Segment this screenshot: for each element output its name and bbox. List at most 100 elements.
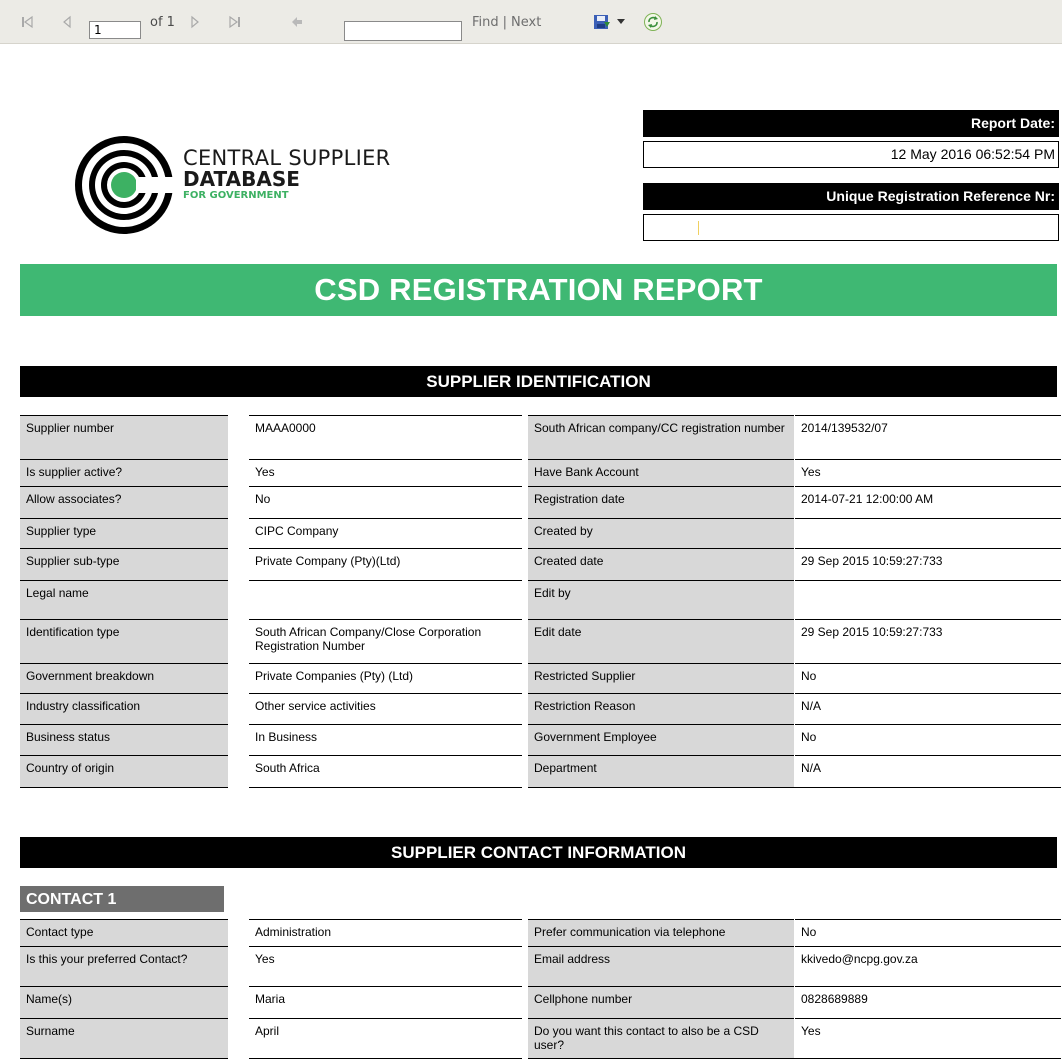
dropdown-arrow-icon[interactable]	[617, 0, 625, 44]
field-value: In Business	[249, 724, 522, 755]
field-value: Private Company (Pty)(Ltd)	[249, 548, 522, 580]
field-value: South Africa	[249, 755, 522, 787]
first-page-icon[interactable]	[20, 0, 34, 44]
field-label: Edit date	[528, 619, 794, 663]
field-value: MAAA0000	[249, 415, 522, 459]
last-page-icon[interactable]	[228, 0, 242, 44]
field-value: Other service activities	[249, 693, 522, 724]
table-row: Contact type Administration Prefer communi…	[20, 919, 1061, 946]
field-value	[795, 580, 1061, 619]
find-text-input[interactable]	[344, 21, 462, 41]
field-value: Administration	[249, 919, 522, 946]
field-label: Surname	[20, 1018, 228, 1058]
field-value: kkivedo@ncpg.gov.za	[795, 946, 1061, 986]
field-label: Edit by	[528, 580, 794, 619]
logo-line-1: CENTRAL SUPPLIER	[183, 146, 391, 170]
field-value: No	[795, 919, 1061, 946]
field-value: CIPC Company	[249, 518, 522, 548]
field-value: 0828689889	[795, 986, 1061, 1018]
field-value: 2014/139532/07	[795, 415, 1061, 459]
field-value	[795, 518, 1061, 548]
field-label: Business status	[20, 724, 228, 755]
field-label: South African company/CC registration nu…	[528, 415, 794, 459]
field-label: Supplier sub-type	[20, 548, 228, 580]
logo-text: CENTRAL SUPPLIER DATABASE FOR GOVERNMENT	[183, 147, 391, 202]
field-value: South African Company/Close Corporation …	[249, 619, 522, 663]
field-value	[249, 580, 522, 619]
field-label: Is this your preferred Contact?	[20, 946, 228, 986]
table-row: Business status In Business Government Emp…	[20, 724, 1061, 755]
report-title-banner: CSD REGISTRATION REPORT	[20, 264, 1057, 316]
field-label: Have Bank Account	[528, 459, 794, 486]
table-row: Name(s) Maria Cellphone number 0828689889	[20, 986, 1061, 1018]
urn-label: Unique Registration Reference Nr:	[643, 183, 1059, 210]
find-link[interactable]: Find	[472, 15, 499, 30]
previous-page-icon[interactable]	[62, 0, 72, 44]
field-label: Restricted Supplier	[528, 663, 794, 693]
table-row: Is this your preferred Contact? Yes Email …	[20, 946, 1061, 986]
report-date-label: Report Date:	[643, 110, 1059, 137]
table-row: Supplier type CIPC Company Created by	[20, 518, 1061, 548]
find-next-separator: |	[502, 14, 508, 30]
field-value: Yes	[249, 946, 522, 986]
report-date-value: 12 May 2016 06:52:54 PM	[643, 141, 1059, 168]
table-row: Government breakdown Private Companies (P…	[20, 663, 1061, 693]
logo-line-2: DATABASE	[183, 167, 300, 191]
field-value: No	[795, 663, 1061, 693]
page-count: of 1	[150, 14, 175, 30]
contact-1-tag: CONTACT 1	[20, 886, 224, 912]
field-value: Yes	[795, 1018, 1061, 1058]
field-value: 29 Sep 2015 10:59:27:733	[795, 548, 1061, 580]
field-value: Maria	[249, 986, 522, 1018]
field-label: Created date	[528, 548, 794, 580]
table-row: Is supplier active? Yes Have Bank Account Y…	[20, 459, 1061, 486]
field-value: Yes	[795, 459, 1061, 486]
back-icon[interactable]	[290, 0, 304, 44]
table-row: Country of origin South Africa Department N…	[20, 755, 1061, 787]
field-label: Country of origin	[20, 755, 228, 787]
field-label: Supplier number	[20, 415, 228, 459]
field-value: 2014-07-21 12:00:00 AM	[795, 486, 1061, 518]
field-label: Cellphone number	[528, 986, 794, 1018]
csd-logo-icon	[72, 133, 178, 242]
field-label: Government breakdown	[20, 663, 228, 693]
field-value: 29 Sep 2015 10:59:27:733	[795, 619, 1061, 663]
section-supplier-contact-information: SUPPLIER CONTACT INFORMATION	[20, 837, 1057, 868]
field-value: Yes	[249, 459, 522, 486]
field-value: April	[249, 1018, 522, 1058]
field-label: Identification type	[20, 619, 228, 663]
table-row: Surname April Do you want this contact to …	[20, 1018, 1061, 1058]
field-label: Department	[528, 755, 794, 787]
refresh-icon[interactable]	[643, 0, 663, 44]
report-toolbar: of 1 Find | Next	[0, 0, 1062, 44]
field-label: Contact type	[20, 919, 228, 946]
field-label: Created by	[528, 518, 794, 548]
field-label: Legal name	[20, 580, 228, 619]
table-row: Supplier number MAAA0000 South African com…	[20, 415, 1061, 459]
field-label: Registration date	[528, 486, 794, 518]
field-label: Restriction Reason	[528, 693, 794, 724]
section-supplier-identification: SUPPLIER IDENTIFICATION	[20, 366, 1057, 397]
page-number-input[interactable]	[89, 21, 141, 39]
field-value: N/A	[795, 755, 1061, 787]
table-bottom-rule	[20, 787, 1061, 788]
table-row: Allow associates? No Registration date 2014…	[20, 486, 1061, 518]
field-value: No	[795, 724, 1061, 755]
field-label: Do you want this contact to also be a CS…	[528, 1018, 794, 1058]
urn-value	[643, 214, 1059, 241]
field-value: N/A	[795, 693, 1061, 724]
field-value: No	[249, 486, 522, 518]
text-cursor	[698, 221, 699, 235]
table-row: Legal name Edit by	[20, 580, 1061, 619]
table-row: Industry classification Other service act…	[20, 693, 1061, 724]
next-page-icon[interactable]	[190, 0, 200, 44]
export-save-icon[interactable]	[593, 0, 611, 44]
logo-line-3: FOR GOVERNMENT	[183, 190, 289, 201]
field-label: Supplier type	[20, 518, 228, 548]
field-label: Industry classification	[20, 693, 228, 724]
field-label: Allow associates?	[20, 486, 228, 518]
field-label: Email address	[528, 946, 794, 986]
table-row: Supplier sub-type Private Company (Pty)(L…	[20, 548, 1061, 580]
table-row: Identification type South African Company…	[20, 619, 1061, 663]
next-link[interactable]: Next	[511, 15, 541, 30]
